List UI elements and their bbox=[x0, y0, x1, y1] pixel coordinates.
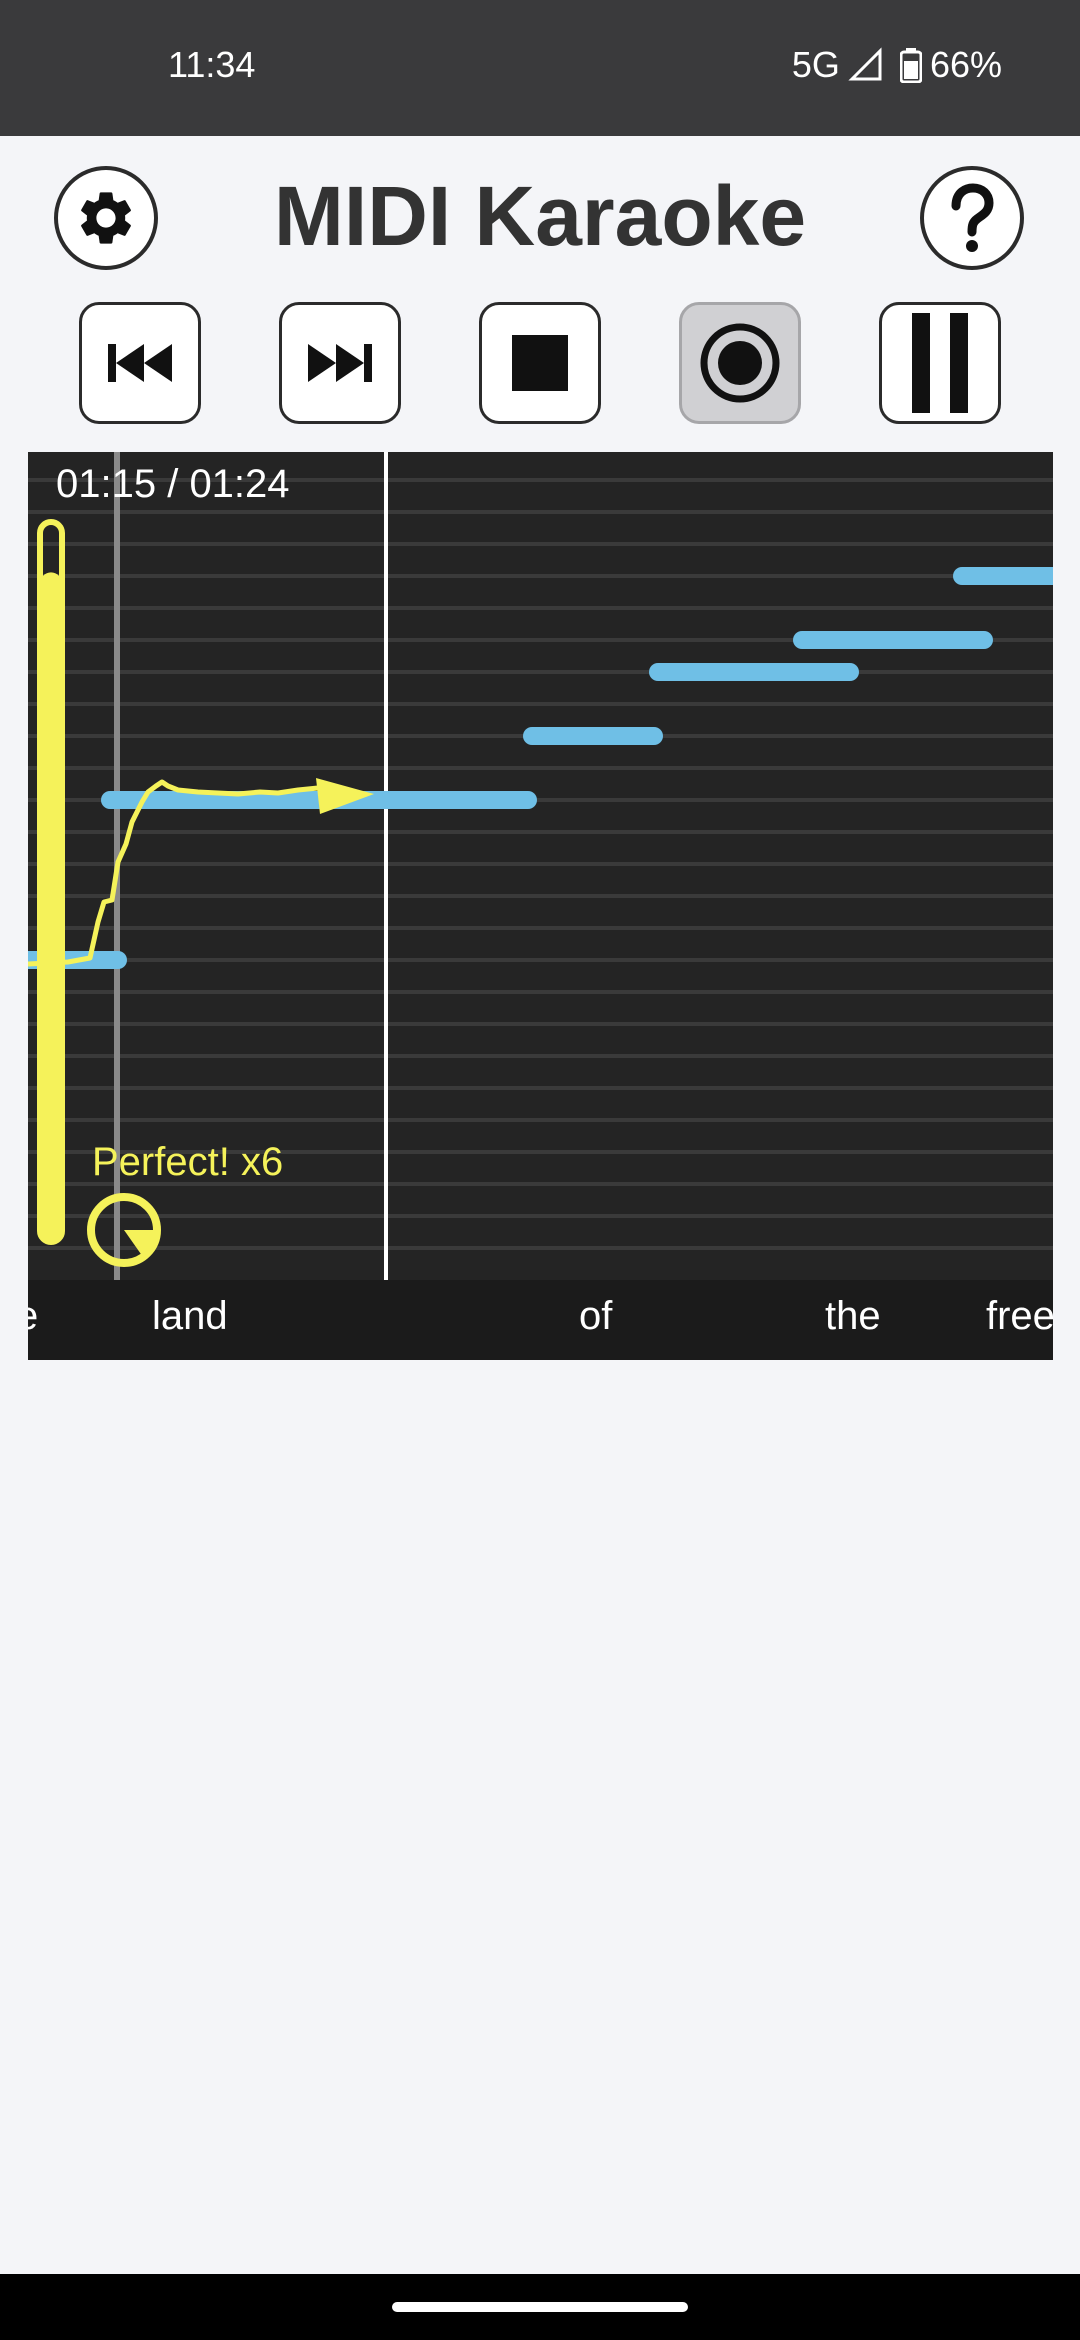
network-label: 5G bbox=[791, 44, 840, 85]
pause-icon bbox=[912, 313, 968, 413]
staff-lines bbox=[28, 478, 1053, 1250]
record-icon bbox=[700, 323, 780, 403]
current-marker-line bbox=[384, 452, 388, 1280]
home-handle[interactable] bbox=[392, 2302, 688, 2312]
lyric-word: the bbox=[825, 1294, 881, 1338]
lyric-word: of bbox=[579, 1294, 613, 1338]
status-indicators: 5G 66% bbox=[792, 44, 1002, 86]
status-bar: 11:34 5G 66% bbox=[0, 0, 1080, 136]
skip-next-icon bbox=[308, 344, 372, 382]
pause-button[interactable] bbox=[879, 302, 1001, 424]
skip-forward-button[interactable] bbox=[279, 302, 401, 424]
skip-previous-icon bbox=[108, 344, 172, 382]
lyric-word: land bbox=[152, 1294, 228, 1338]
battery-icon bbox=[899, 48, 922, 83]
signal-icon bbox=[848, 47, 882, 81]
time-display: 01:15 / 01:24 bbox=[56, 462, 290, 506]
status-time: 11:34 bbox=[168, 44, 256, 85]
battery-percent: 66% bbox=[929, 44, 1002, 85]
stop-button[interactable] bbox=[479, 302, 601, 424]
lyric-fragment: e bbox=[28, 1294, 38, 1339]
system-nav-bar bbox=[0, 2274, 1080, 2340]
timer-clock-icon bbox=[87, 1193, 161, 1267]
judgement-label: Perfect! x6 bbox=[92, 1140, 284, 1184]
page-title: MIDI Karaoke bbox=[273, 169, 807, 263]
question-icon bbox=[951, 183, 994, 252]
record-button[interactable] bbox=[679, 302, 801, 424]
pitch-trace bbox=[28, 779, 354, 967]
skip-back-button[interactable] bbox=[79, 302, 201, 424]
lyrics-bar: e land of the free bbox=[28, 1280, 1053, 1360]
volume-meter-fill bbox=[40, 572, 62, 1242]
stop-icon bbox=[512, 335, 568, 391]
help-button[interactable] bbox=[920, 166, 1024, 270]
lyric-word: free bbox=[986, 1294, 1053, 1338]
